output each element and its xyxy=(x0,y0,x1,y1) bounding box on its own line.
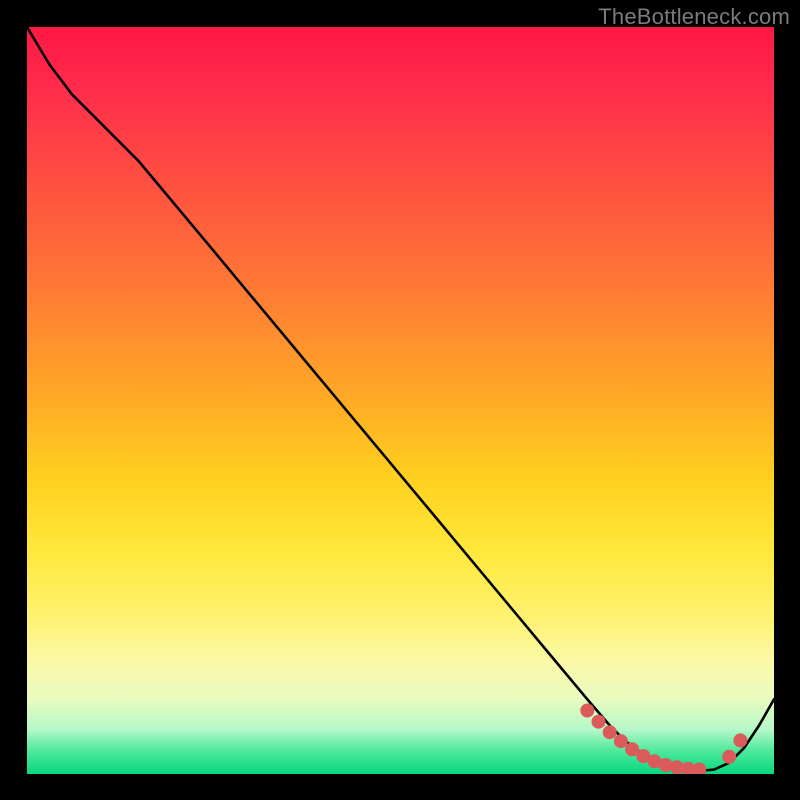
bottleneck-curve-path xyxy=(27,27,774,771)
highlight-dot xyxy=(580,704,594,718)
highlight-dot xyxy=(603,725,617,739)
highlight-dots-group xyxy=(580,704,747,775)
curve-svg xyxy=(27,27,774,774)
highlight-dot xyxy=(722,750,736,764)
highlight-dot xyxy=(592,715,606,729)
highlight-dot xyxy=(692,763,706,775)
plot-area xyxy=(27,27,774,774)
highlight-dot xyxy=(614,734,628,748)
highlight-dot xyxy=(733,733,747,747)
chart-stage: TheBottleneck.com xyxy=(0,0,800,800)
